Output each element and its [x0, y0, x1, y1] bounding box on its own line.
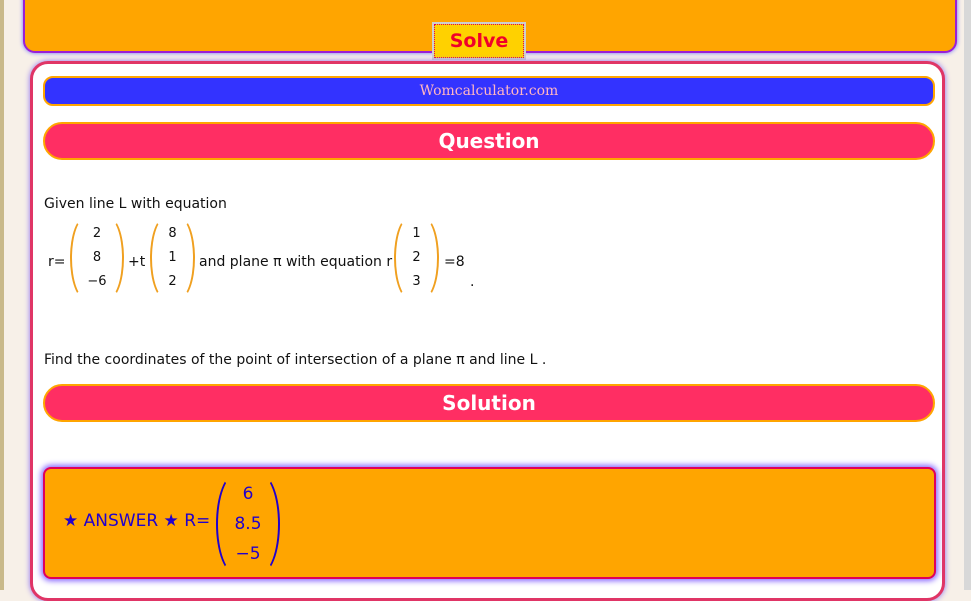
answer-entry: −5	[235, 544, 261, 564]
answer-label: ★ ANSWER ★ R=	[63, 511, 211, 531]
vector-entry: 8	[92, 250, 102, 265]
page-scrollbar-track[interactable]	[964, 0, 971, 590]
vector-entry: 2	[168, 274, 177, 289]
line-point-vector: 2 8 −6	[70, 216, 124, 300]
site-name-banner[interactable]: Womcalculator.com	[43, 76, 935, 106]
vector-entry: 3	[412, 274, 421, 289]
plane-equals: =8	[444, 254, 465, 270]
answer-entry: 8.5	[234, 514, 262, 534]
question-header: Question	[43, 122, 935, 160]
solve-button[interactable]: Solve	[432, 22, 526, 60]
direction-vector: 8 1 2	[150, 216, 195, 300]
page-left-edge	[0, 0, 4, 590]
vector-entry: 1	[412, 226, 421, 241]
vector-entry: 1	[168, 250, 177, 265]
plane-text: and plane π with equation r	[199, 254, 393, 270]
equation-dot: .	[470, 274, 475, 290]
question-intro: Given line L with equation	[44, 196, 227, 212]
answer-vector: 6 8.5 −5	[216, 473, 280, 575]
normal-vector: 1 2 3	[394, 216, 439, 300]
answer-entry: 6	[242, 484, 254, 504]
plus-t: +t	[128, 254, 146, 270]
vector-entry: 2	[92, 226, 102, 241]
question-task: Find the coordinates of the point of int…	[44, 352, 547, 368]
vector-entry: −6	[87, 274, 107, 289]
r-prefix: r=	[48, 254, 66, 270]
vector-entry: 2	[412, 250, 421, 265]
solution-header: Solution	[43, 384, 935, 422]
vector-entry: 8	[168, 226, 177, 241]
